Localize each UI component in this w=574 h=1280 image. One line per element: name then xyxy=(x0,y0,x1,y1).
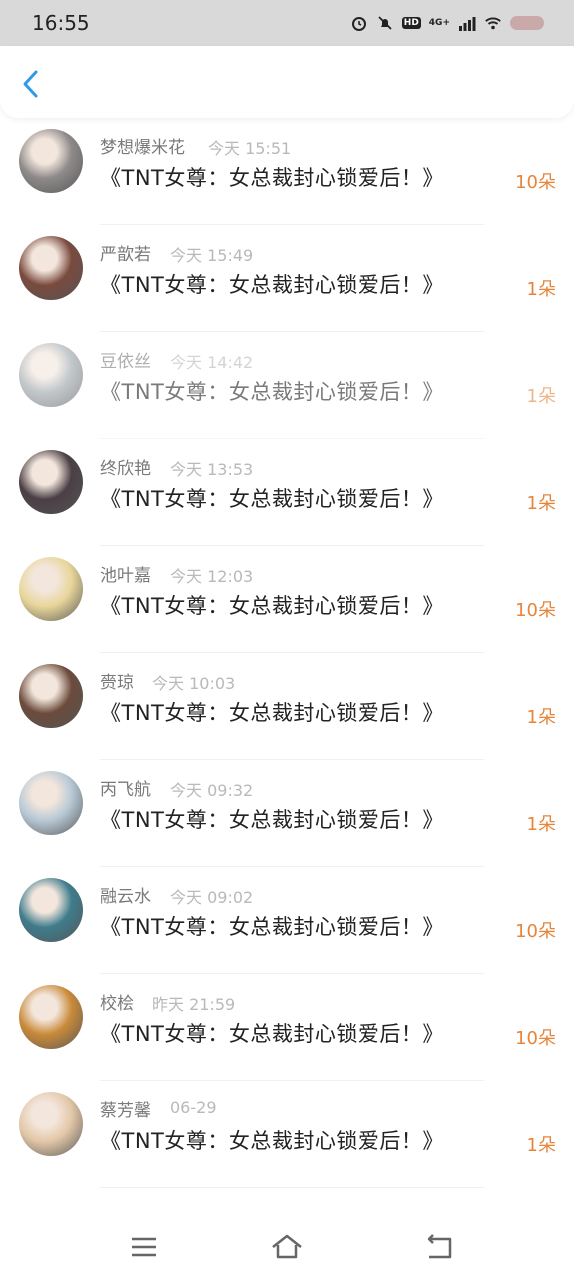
flower-amount: 1朵 xyxy=(526,493,556,514)
user-name: 终欣艳 xyxy=(100,459,151,479)
user-name: 赍琼 xyxy=(100,673,134,693)
flower-amount: 1朵 xyxy=(526,1135,556,1156)
system-back-button[interactable] xyxy=(421,1230,455,1264)
record-time: 今天 14:42 xyxy=(170,353,254,372)
book-title: 《TNT女尊：女总裁封心锁爱后！》 xyxy=(100,1022,444,1046)
user-name: 豆依丝 xyxy=(100,352,151,372)
list-item[interactable]: 蔡芳馨 06-29 《TNT女尊：女总裁封心锁爱后！》 1朵 xyxy=(0,1081,574,1188)
list-item[interactable]: 严歆若 今天 15:49 《TNT女尊：女总裁封心锁爱后！》 1朵 xyxy=(0,225,574,332)
hd-icon: HD xyxy=(401,17,421,29)
flower-amount: 1朵 xyxy=(526,814,556,835)
user-name: 梦想爆米花 xyxy=(100,138,185,158)
network-type: 4G+ xyxy=(428,17,450,28)
top-header xyxy=(0,46,574,118)
record-time: 今天 09:32 xyxy=(170,781,254,800)
gift-record-list: 梦想爆米花 今天 15:51 《TNT女尊：女总裁封心锁爱后！》 10朵 严歆若 今天 1… xyxy=(0,118,574,1214)
book-title: 《TNT女尊：女总裁封心锁爱后！》 xyxy=(100,701,444,725)
status-bar: 16:55 HD 4G+ xyxy=(0,0,574,46)
book-title: 《TNT女尊：女总裁封心锁爱后！》 xyxy=(100,808,444,832)
menu-icon xyxy=(132,1237,156,1257)
user-name: 融云水 xyxy=(100,887,151,907)
book-title: 《TNT女尊：女总裁封心锁爱后！》 xyxy=(100,594,444,618)
record-time: 今天 13:53 xyxy=(170,460,254,479)
wifi-icon xyxy=(484,14,502,32)
list-item[interactable]: 豆依丝 今天 14:42 《TNT女尊：女总裁封心锁爱后！》 1朵 xyxy=(0,332,574,439)
user-name: 校桧 xyxy=(100,994,134,1014)
record-time: 今天 10:03 xyxy=(152,674,236,693)
home-button[interactable] xyxy=(270,1230,304,1264)
list-item[interactable]: 融云水 今天 09:02 《TNT女尊：女总裁封心锁爱后！》 10朵 xyxy=(0,867,574,974)
flower-amount: 10朵 xyxy=(515,172,556,193)
back-icon xyxy=(427,1234,452,1259)
avatar[interactable] xyxy=(19,343,83,407)
list-item[interactable]: 梦想爆米花 今天 15:51 《TNT女尊：女总裁封心锁爱后！》 10朵 xyxy=(0,118,574,225)
status-time: 16:55 xyxy=(32,11,90,35)
flower-amount: 1朵 xyxy=(526,279,556,300)
book-title: 《TNT女尊：女总裁封心锁爱后！》 xyxy=(100,273,444,297)
back-button[interactable] xyxy=(18,68,46,100)
avatar[interactable] xyxy=(19,878,83,942)
list-item[interactable]: 终欣艳 今天 13:53 《TNT女尊：女总裁封心锁爱后！》 1朵 xyxy=(0,439,574,546)
avatar[interactable] xyxy=(19,557,83,621)
list-item[interactable]: 池叶嘉 今天 12:03 《TNT女尊：女总裁封心锁爱后！》 10朵 xyxy=(0,546,574,653)
avatar[interactable] xyxy=(19,1092,83,1156)
list-item[interactable]: 校桧 昨天 21:59 《TNT女尊：女总裁封心锁爱后！》 10朵 xyxy=(0,974,574,1081)
avatar[interactable] xyxy=(19,450,83,514)
book-title: 《TNT女尊：女总裁封心锁爱后！》 xyxy=(100,487,444,511)
alarm-icon xyxy=(350,14,368,32)
avatar[interactable] xyxy=(19,664,83,728)
record-time: 06-29 xyxy=(170,1098,217,1117)
book-title: 《TNT女尊：女总裁封心锁爱后！》 xyxy=(100,166,444,190)
book-title: 《TNT女尊：女总裁封心锁爱后！》 xyxy=(100,1129,444,1153)
user-name: 蔡芳馨 xyxy=(100,1101,151,1121)
flower-amount: 10朵 xyxy=(515,1028,556,1049)
avatar[interactable] xyxy=(19,129,83,193)
record-time: 今天 09:02 xyxy=(170,888,254,907)
record-time: 今天 12:03 xyxy=(170,567,254,586)
menu-button[interactable] xyxy=(127,1230,161,1264)
system-nav-bar xyxy=(0,1214,574,1280)
record-time: 昨天 21:59 xyxy=(152,995,236,1014)
flower-amount: 10朵 xyxy=(515,600,556,621)
chevron-left-icon xyxy=(23,70,38,98)
book-title: 《TNT女尊：女总裁封心锁爱后！》 xyxy=(100,915,444,939)
status-icons: HD 4G+ xyxy=(350,14,544,32)
record-time: 今天 15:51 xyxy=(208,139,292,158)
avatar[interactable] xyxy=(19,771,83,835)
user-name: 池叶嘉 xyxy=(100,566,151,586)
flower-amount: 1朵 xyxy=(526,386,556,407)
divider xyxy=(100,1187,484,1188)
user-name: 丙飞航 xyxy=(100,780,151,800)
mute-icon xyxy=(376,14,394,32)
flower-amount: 10朵 xyxy=(515,921,556,942)
home-icon xyxy=(272,1234,302,1259)
flower-amount: 1朵 xyxy=(526,707,556,728)
avatar[interactable] xyxy=(19,236,83,300)
list-item[interactable]: 赍琼 今天 10:03 《TNT女尊：女总裁封心锁爱后！》 1朵 xyxy=(0,653,574,760)
battery-icon xyxy=(510,16,544,30)
signal-icon xyxy=(458,14,476,32)
user-name: 严歆若 xyxy=(100,245,151,265)
record-time: 今天 15:49 xyxy=(170,246,254,265)
avatar[interactable] xyxy=(19,985,83,1049)
list-item[interactable]: 丙飞航 今天 09:32 《TNT女尊：女总裁封心锁爱后！》 1朵 xyxy=(0,760,574,867)
book-title: 《TNT女尊：女总裁封心锁爱后！》 xyxy=(100,380,444,404)
